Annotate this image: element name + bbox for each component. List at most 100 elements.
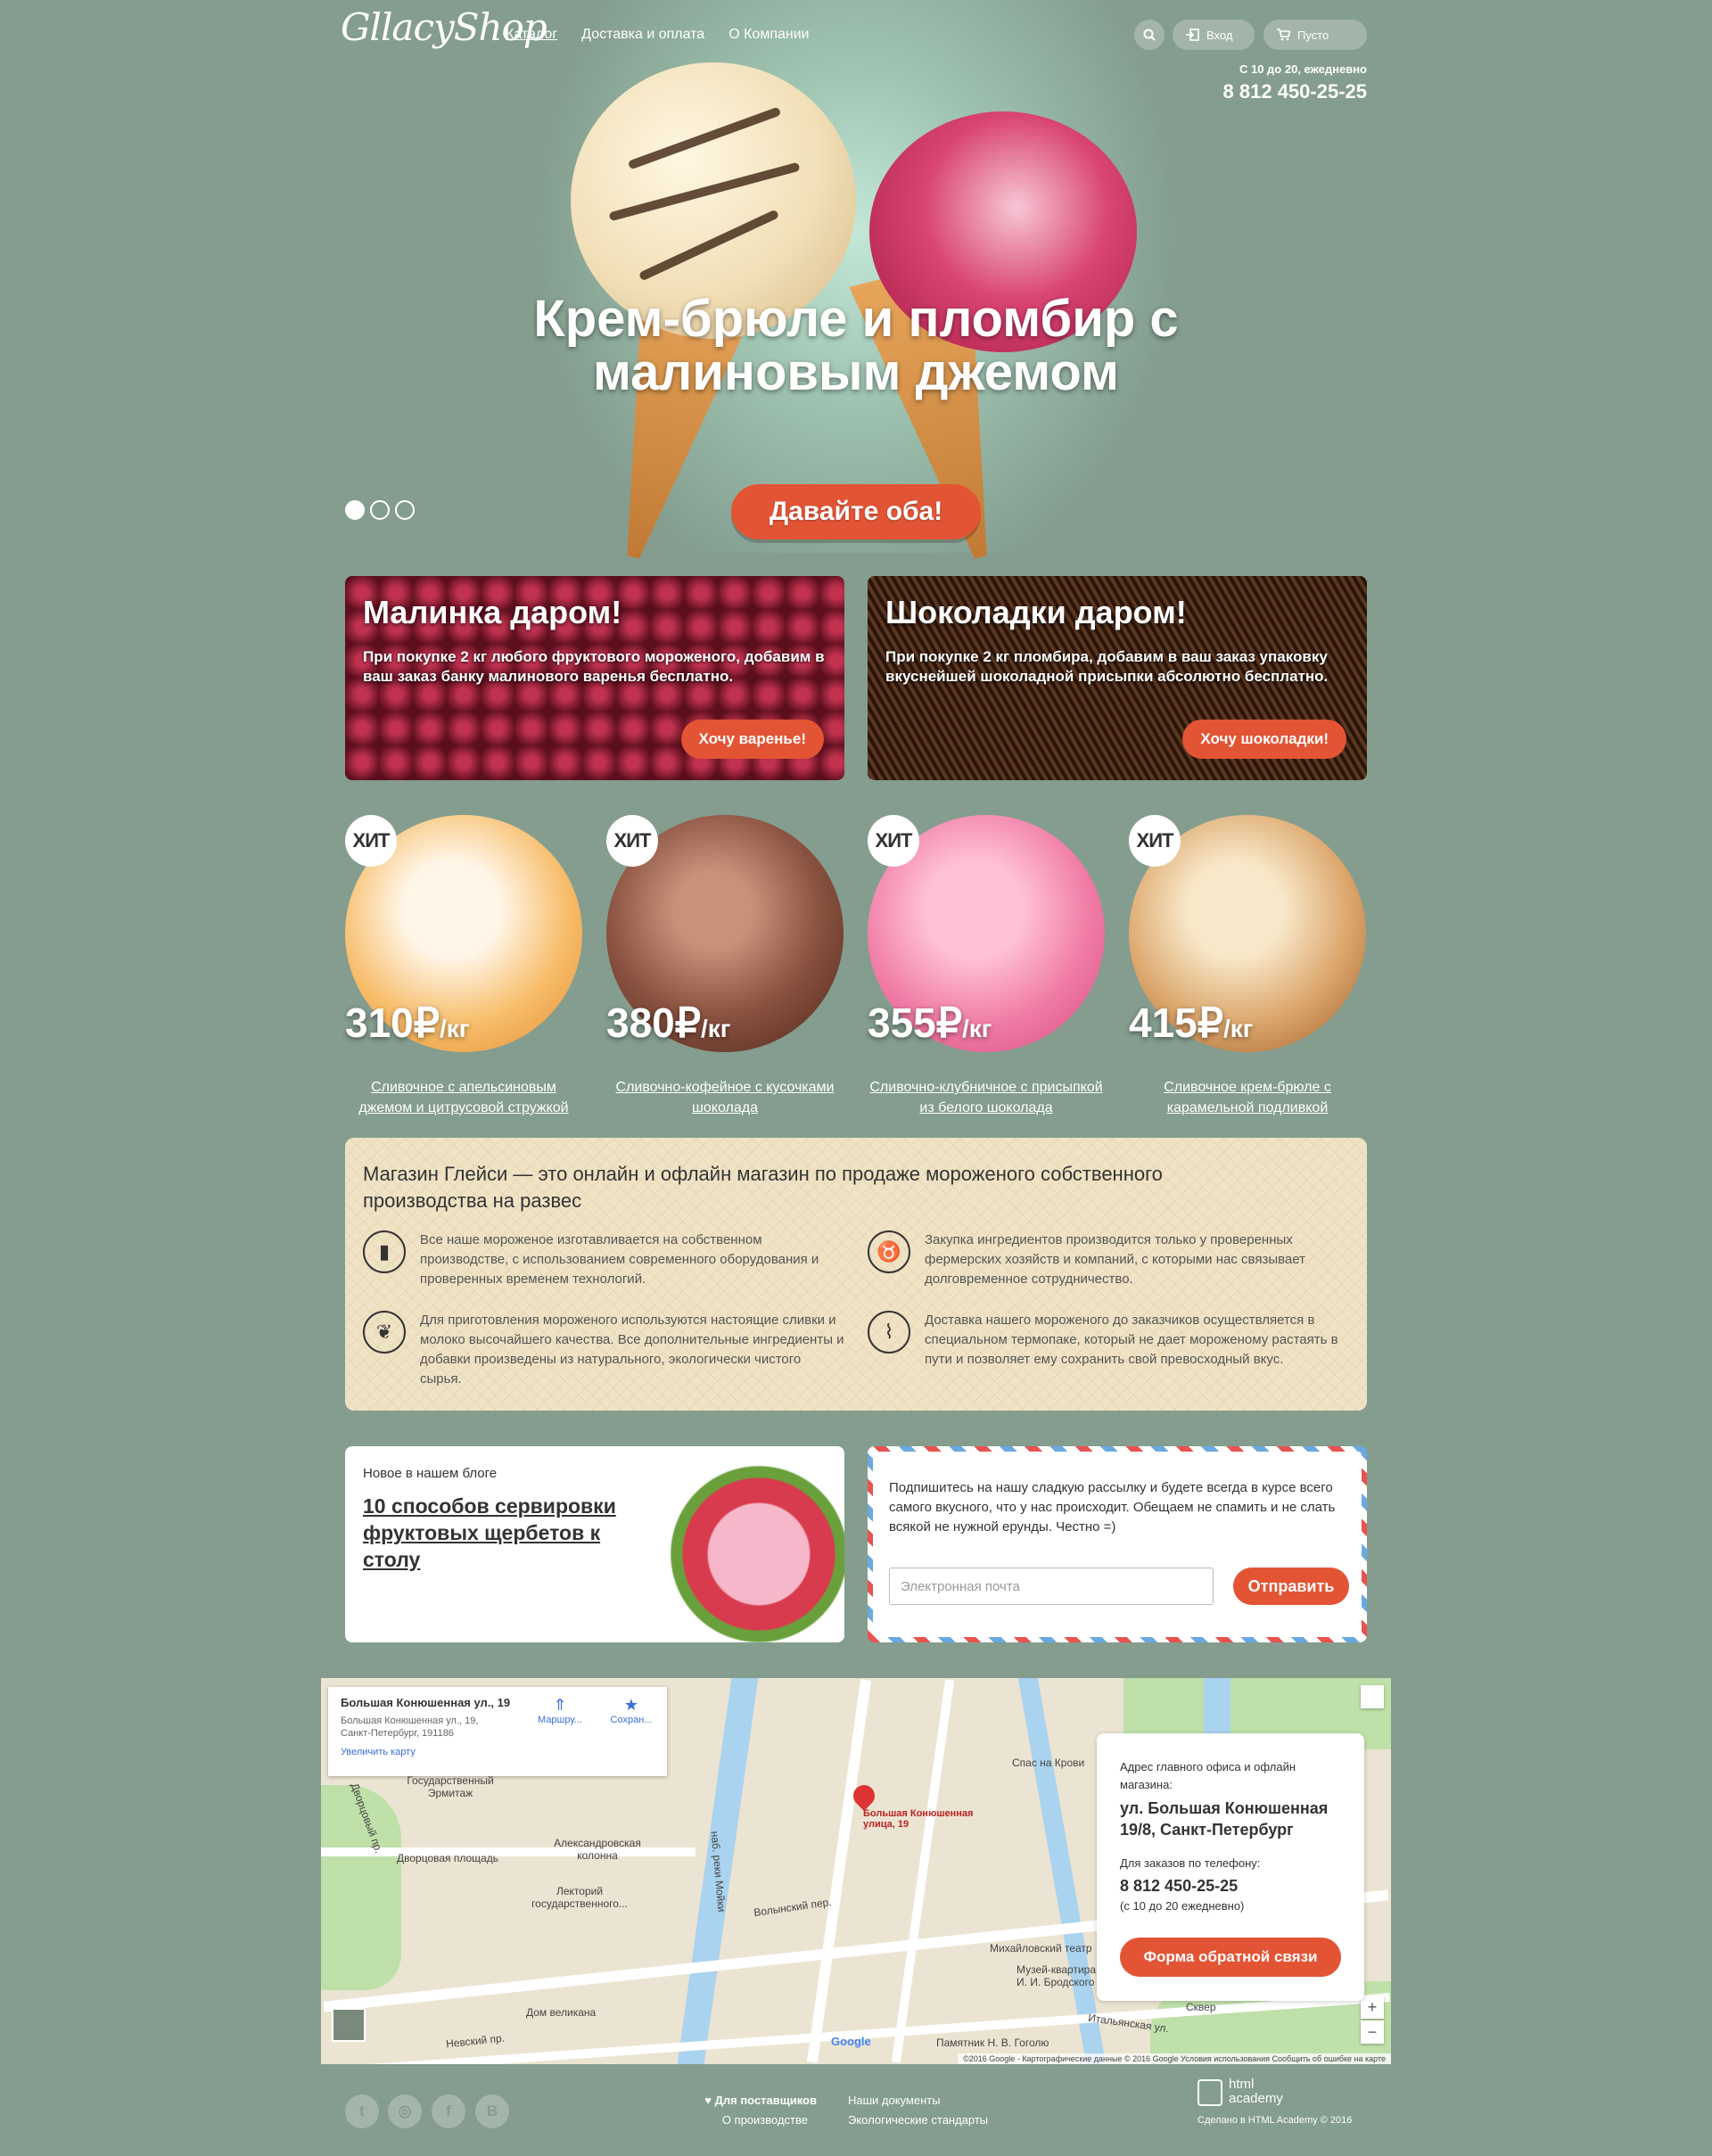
heart-icon: ♥ [704, 2094, 715, 2107]
phone-label: Для заказов по телефону: [1120, 1856, 1261, 1870]
vk-icon[interactable]: B [475, 2094, 509, 2128]
product-card[interactable]: ХИТ 355₽/кг Сливочно-клубничное с присып… [868, 815, 1105, 1118]
map-road [806, 1679, 872, 2063]
map-label: Музей-квартира И. И. Бродского [1017, 1963, 1096, 1988]
cart-button[interactable]: Пусто [1263, 20, 1367, 50]
suppliers-link[interactable]: ♥ Для поставщиков [701, 2094, 817, 2107]
product-image[interactable]: ХИТ 415₽/кг [1129, 815, 1366, 1052]
product-card[interactable]: ХИТ 415₽/кг Сливочное крем-брюле с карам… [1129, 815, 1366, 1118]
slider-dot-3[interactable] [395, 500, 415, 520]
address-label: Адрес главного офиса и офлайн магазина: [1120, 1760, 1296, 1791]
product-price: 415₽/кг [1129, 1000, 1254, 1046]
contact-card: Адрес главного офиса и офлайн магазина: … [1097, 1733, 1364, 2001]
promo-jam-button[interactable]: Хочу варенье! [680, 720, 824, 759]
map-label: Сквер [1186, 2001, 1216, 2013]
promo-title: Малинка даром! [363, 594, 622, 630]
map-label: Дворцовая площадь [397, 1852, 498, 1864]
map-label: Лекторий государственного... [531, 1885, 628, 1910]
route-icon: ⇑ [553, 1696, 567, 1714]
nav-catalog[interactable]: Каталог [506, 27, 557, 43]
place-address: Большая Конюшенная ул., 19, Санкт-Петерб… [341, 1716, 479, 1739]
slider-dot-1[interactable] [345, 500, 365, 520]
product-card[interactable]: ХИТ 310₽/кг Сливочное с апельсиновым дже… [345, 815, 582, 1118]
product-image[interactable]: ХИТ 310₽/кг [345, 815, 582, 1052]
feedback-form-button[interactable]: Форма обратной связи [1120, 1938, 1341, 1977]
feature-item: ⌇ Доставка нашего мороженого до заказчик… [868, 1311, 1349, 1370]
zoom-out-button[interactable]: − [1361, 2020, 1384, 2044]
map-label: Невский пр. [445, 2031, 506, 2051]
hero-order-button[interactable]: Давайте оба! [731, 484, 981, 539]
blog-label: Новое в нашем блоге [363, 1466, 498, 1481]
work-hours: С 10 до 20, ежедневно [1239, 62, 1367, 76]
header-phone[interactable]: 8 812 450-25-25 [1159, 80, 1367, 103]
hit-badge: ХИТ [606, 815, 658, 867]
twitter-icon[interactable]: t [345, 2094, 379, 2128]
hit-badge: ХИТ [868, 815, 919, 867]
cart-icon [1277, 29, 1290, 41]
leaf-icon: ❦ [363, 1311, 406, 1354]
main-nav: Каталог Доставка и оплата О Компании [506, 27, 810, 43]
product-price: 355₽/кг [868, 1000, 992, 1046]
product-name[interactable]: Сливочно-клубничное с присыпкой из белог… [868, 1077, 1105, 1118]
search-icon [1143, 29, 1156, 41]
nav-delivery[interactable]: Доставка и оплата [581, 27, 704, 43]
hit-badge: ХИТ [345, 815, 397, 867]
map-label: Александровская колонна [554, 1837, 641, 1862]
documents-link[interactable]: Наши документы [848, 2094, 941, 2107]
about-section: Магазин Глейси — это онлайн и офлайн маг… [345, 1138, 1367, 1411]
nav-about[interactable]: О Компании [728, 27, 809, 43]
production-link[interactable]: О производстве [701, 2113, 808, 2127]
login-button[interactable]: Вход [1173, 20, 1255, 50]
blog-card[interactable]: Новое в нашем блоге 10 способов сервиров… [345, 1446, 844, 1642]
enlarge-map-link[interactable]: Увеличить карту [341, 1747, 654, 1757]
product-name[interactable]: Сливочное крем-брюле с карамельной подли… [1129, 1077, 1366, 1118]
promo-text: При покупке 2 кг пломбира, добавим в ваш… [885, 648, 1329, 685]
subscribe-button[interactable]: Отправить [1233, 1568, 1349, 1605]
feature-item: ❦ Для приготовления мороженого использую… [363, 1311, 844, 1389]
contact-hours: (с 10 до 20 ежедневно) [1120, 1899, 1245, 1913]
product-name[interactable]: Сливочно-кофейное с кусочками шоколада [606, 1077, 844, 1118]
hero-background [0, 0, 1712, 553]
product-image[interactable]: ХИТ 380₽/кг [606, 815, 844, 1052]
product-name[interactable]: Сливочное с апельсиновым джемом и цитрус… [345, 1077, 582, 1118]
thermometer-icon: ⌇ [868, 1311, 910, 1354]
cow-icon: ♉ [868, 1230, 910, 1273]
cart-label: Пусто [1297, 28, 1329, 42]
promo-text: При покупке 2 кг любого фруктового морож… [363, 648, 825, 685]
map[interactable]: Государственный Эрмитаж Дворцовая площад… [321, 1678, 1391, 2064]
slider-dot-2[interactable] [370, 500, 390, 520]
satellite-toggle[interactable] [332, 2008, 366, 2042]
office-address: ул. Большая Конюшенная 19/8, Санкт-Петер… [1120, 1799, 1329, 1839]
promo-chocolate-button[interactable]: Хочу шоколадки! [1182, 720, 1346, 759]
contact-phone[interactable]: 8 812 450-25-25 [1120, 1877, 1341, 1896]
facebook-icon[interactable]: f [432, 2094, 465, 2128]
google-logo: Google [831, 2035, 871, 2048]
hit-badge: ХИТ [1129, 815, 1181, 867]
save-button[interactable]: ★ Сохран... [605, 1696, 658, 1725]
eco-standards-link[interactable]: Экологические стандарты [848, 2113, 988, 2127]
academy-logo[interactable]: html academy [1229, 2078, 1283, 2106]
feature-item: ▮ Все наше мороженое изготавливается на … [363, 1230, 844, 1289]
promo-chocolate: Шоколадки даром! При покупке 2 кг пломби… [868, 576, 1367, 780]
street-view-icon[interactable] [1361, 1685, 1384, 1708]
map-label: Спас на Крови [1012, 1757, 1085, 1769]
zoom-in-button[interactable]: + [1361, 1996, 1384, 2019]
map-river [1017, 1678, 1107, 2064]
map-label: Михайловский театр [990, 1942, 1092, 1954]
pin-label: Большая Конюшенная улица, 19 [863, 1808, 974, 1830]
email-field[interactable]: Электронная почта [889, 1568, 1214, 1605]
product-card[interactable]: ХИТ 380₽/кг Сливочно-кофейное с кусочкам… [606, 815, 844, 1118]
academy-logo-icon [1198, 2079, 1222, 2106]
newsletter-form: Подпишитесь на нашу сладкую рассылку и б… [873, 1452, 1362, 1637]
map-label: Волынский пер. [753, 1895, 833, 1920]
promo-title: Шоколадки даром! [885, 594, 1187, 630]
product-price: 380₽/кг [606, 1000, 731, 1046]
product-price: 310₽/кг [345, 1000, 470, 1046]
blog-post-link[interactable]: 10 способов сервировки фруктовых щербето… [363, 1493, 639, 1573]
search-button[interactable] [1134, 20, 1165, 50]
product-image[interactable]: ХИТ 355₽/кг [868, 815, 1105, 1052]
feature-item: ♉ Закупка ингредиентов производится толь… [868, 1230, 1349, 1289]
login-label: Вход [1206, 28, 1233, 42]
instagram-icon[interactable]: ◎ [388, 2094, 422, 2128]
route-button[interactable]: ⇑ Маршру... [533, 1696, 587, 1725]
